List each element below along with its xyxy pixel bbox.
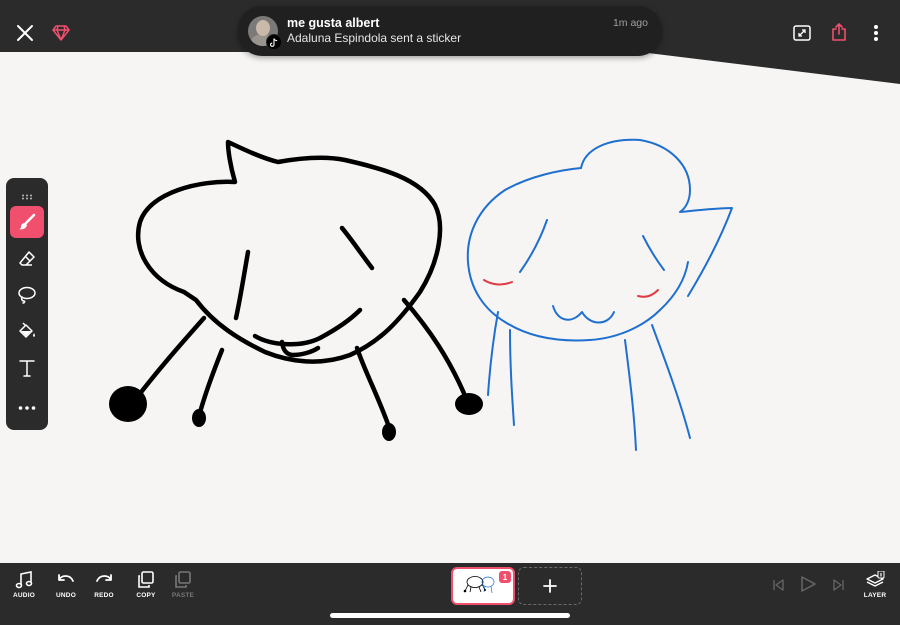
layer-label: LAYER	[863, 592, 887, 599]
audio-label: AUDIO	[13, 592, 35, 599]
music-note-icon	[15, 571, 33, 589]
copy-label: COPY	[136, 592, 156, 599]
undo-button[interactable]: UNDO	[46, 571, 86, 611]
layer-button[interactable]: LAYER	[855, 571, 895, 611]
brush-icon	[19, 213, 36, 230]
black-character-left-hand	[109, 386, 147, 422]
notification-sender: me gusta albert	[287, 16, 380, 30]
black-character-foot-right	[382, 423, 396, 441]
paper-sheet	[0, 52, 900, 563]
share-icon[interactable]	[823, 16, 855, 48]
black-character-right-hand	[455, 393, 483, 415]
redo-label: REDO	[94, 592, 114, 599]
notification-message: Adaluna Espindola sent a sticker	[287, 31, 462, 45]
fill-tool-button[interactable]	[10, 315, 44, 347]
drawing-canvas[interactable]	[0, 0, 900, 563]
eraser-tool-button[interactable]	[10, 243, 44, 275]
audio-button[interactable]: AUDIO	[4, 571, 44, 611]
drag-handle-icon[interactable]	[21, 187, 33, 205]
tool-palette	[6, 178, 48, 430]
copy-button[interactable]: COPY	[126, 571, 166, 611]
text-tool-button[interactable]	[10, 352, 44, 384]
frame-thumbnail[interactable]: 1	[451, 567, 515, 605]
play-icon	[801, 576, 816, 592]
undo-label: UNDO	[56, 592, 76, 599]
black-character-foot-left	[192, 409, 206, 427]
play-button[interactable]	[792, 568, 824, 600]
last-frame-button[interactable]	[823, 569, 855, 601]
gem-icon[interactable]	[45, 17, 77, 49]
lasso-tool-button[interactable]	[10, 279, 44, 311]
add-frame-button[interactable]	[518, 567, 582, 605]
paste-label: PASTE	[171, 592, 195, 599]
close-icon[interactable]	[9, 17, 41, 49]
more-tools-button[interactable]	[10, 392, 44, 424]
frame-number-badge: 1	[499, 571, 511, 583]
notification-time: 1m ago	[612, 17, 648, 29]
layers-icon	[866, 571, 885, 587]
lasso-icon	[18, 286, 36, 304]
fullscreen-icon[interactable]	[786, 17, 818, 49]
text-icon	[19, 360, 35, 377]
copy-icon	[138, 571, 154, 588]
home-indicator[interactable]	[330, 613, 570, 618]
eraser-icon	[19, 251, 35, 266]
redo-button[interactable]: REDO	[84, 571, 124, 611]
paint-bucket-icon	[19, 322, 35, 338]
undo-icon	[58, 574, 74, 582]
redo-icon	[96, 574, 112, 582]
paste-button[interactable]: PASTE	[163, 571, 203, 611]
brush-tool-button[interactable]	[10, 206, 44, 238]
plus-icon	[543, 579, 557, 593]
more-horizontal-icon	[18, 406, 36, 410]
skip-back-icon	[773, 579, 784, 591]
notification-banner[interactable]: me gusta albert Adaluna Espindola sent a…	[238, 6, 662, 56]
tiktok-icon	[266, 34, 282, 50]
paste-icon	[175, 571, 191, 588]
more-vertical-icon[interactable]	[860, 17, 892, 49]
first-frame-button[interactable]	[762, 569, 794, 601]
skip-forward-icon	[833, 579, 844, 591]
